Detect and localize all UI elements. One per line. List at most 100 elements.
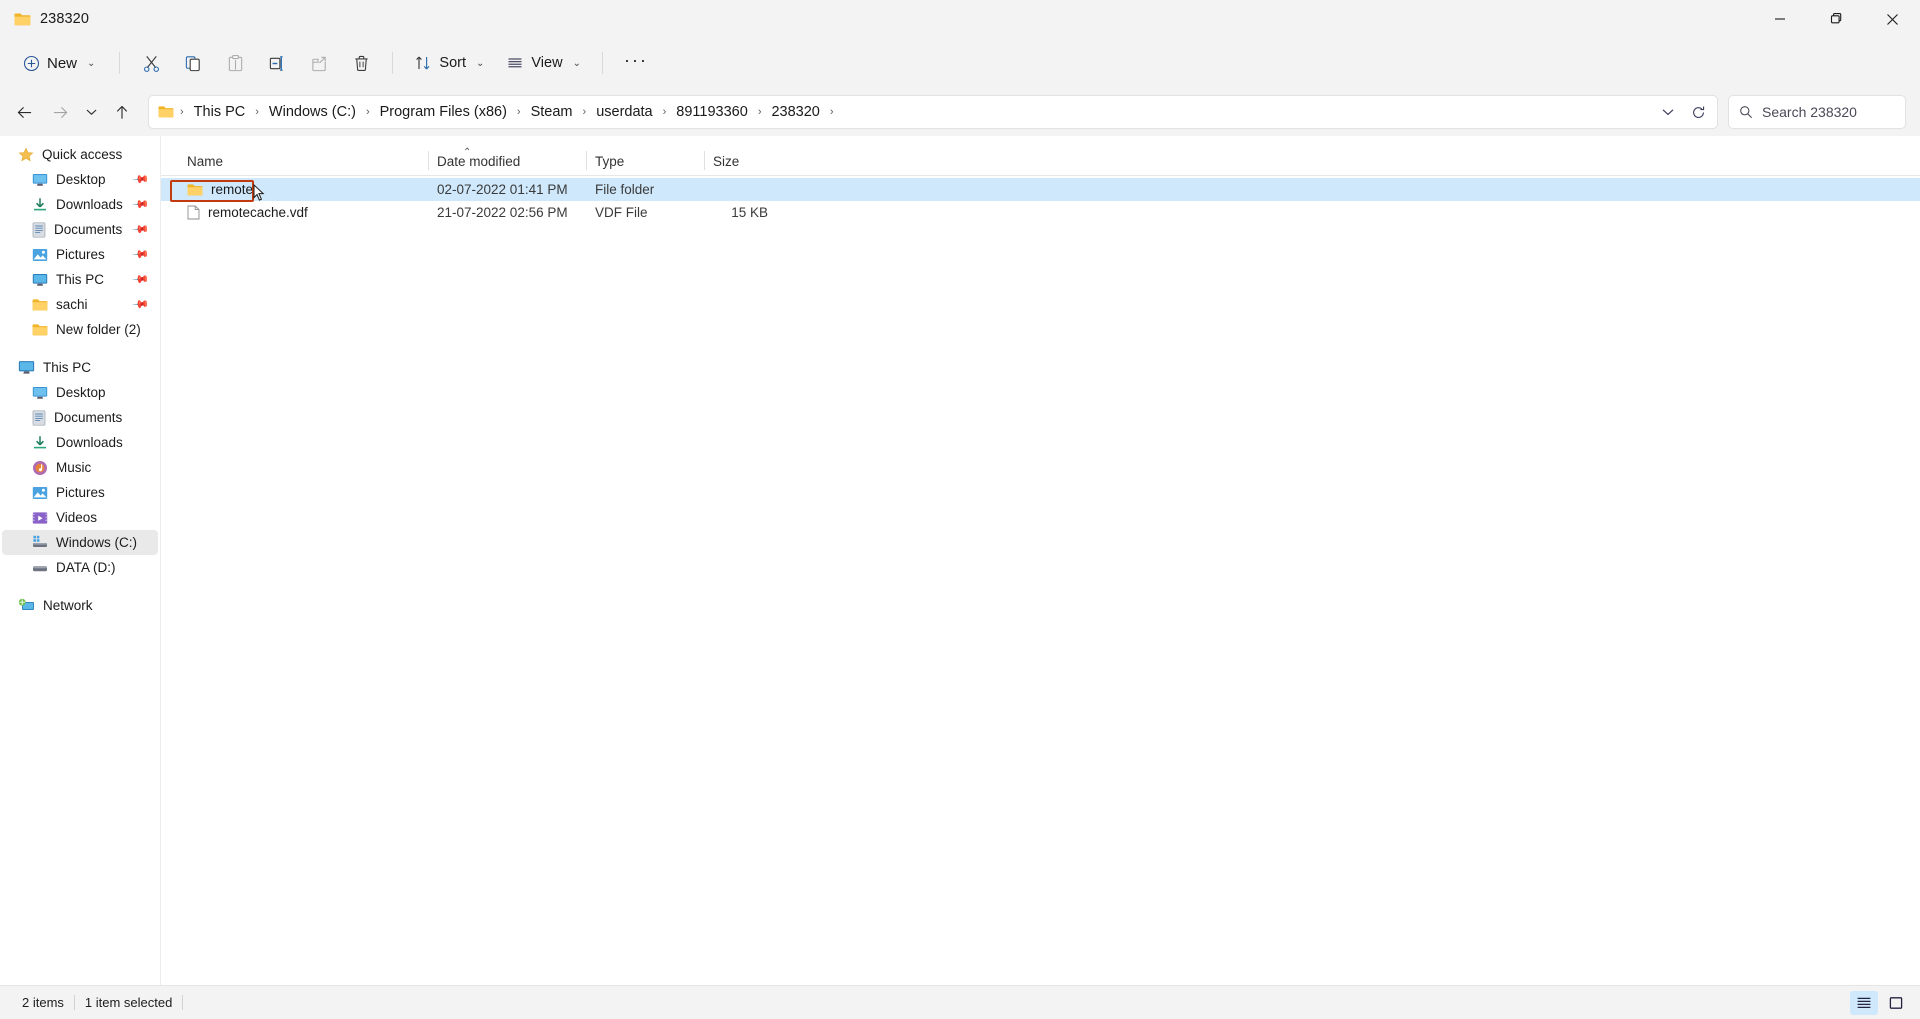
column-header-size[interactable]: Size xyxy=(704,146,780,175)
sidebar-item-pc-pictures[interactable]: Pictures xyxy=(2,480,158,505)
minimize-button[interactable] xyxy=(1752,0,1808,38)
pin-icon[interactable]: 📌 xyxy=(132,170,151,189)
plus-circle-icon xyxy=(23,55,40,72)
folder-icon xyxy=(32,298,48,312)
forward-button[interactable] xyxy=(42,95,78,129)
sidebar-item-pc-desktop[interactable]: Desktop xyxy=(2,380,158,405)
sidebar-item-documents[interactable]: Documents 📌 xyxy=(2,217,158,242)
sidebar-item-pc-videos[interactable]: Videos xyxy=(2,505,158,530)
sidebar-item-this-pc[interactable]: This PC 📌 xyxy=(2,267,158,292)
cut-button[interactable] xyxy=(131,45,171,81)
delete-button[interactable] xyxy=(341,45,381,81)
sidebar-item-new-folder-2[interactable]: New folder (2) xyxy=(2,317,158,342)
close-button[interactable] xyxy=(1864,0,1920,38)
folder-icon xyxy=(32,323,48,337)
rename-button[interactable] xyxy=(257,45,297,81)
sidebar-item-pc-downloads[interactable]: Downloads xyxy=(2,430,158,455)
pin-icon[interactable]: 📌 xyxy=(132,220,151,239)
file-explorer-window: 238320 New ⌄ Sort ⌄ View ⌄ ··· › This PC… xyxy=(0,0,1920,1019)
table-row[interactable]: remotecache.vdf 21-07-2022 02:56 PM VDF … xyxy=(161,201,1920,224)
new-button[interactable]: New ⌄ xyxy=(12,45,108,81)
drive-os-icon xyxy=(32,535,48,550)
breadcrumb-item-program-files[interactable]: Program Files (x86) xyxy=(374,101,513,123)
paste-button[interactable] xyxy=(215,45,255,81)
document-icon xyxy=(32,221,46,238)
address-bar[interactable]: › This PC › Windows (C:) › Program Files… xyxy=(148,95,1718,129)
sidebar-item-label: Windows (C:) xyxy=(56,535,138,550)
breadcrumb-item-891193360[interactable]: 891193360 xyxy=(670,101,754,123)
sidebar-item-pc-documents[interactable]: Documents xyxy=(2,405,158,430)
search-icon xyxy=(1739,105,1753,119)
chevron-down-icon: ⌄ xyxy=(572,57,581,69)
breadcrumb: › This PC › Windows (C:) › Program Files… xyxy=(176,101,1653,123)
sidebar-item-pictures[interactable]: Pictures 📌 xyxy=(2,242,158,267)
folder-icon xyxy=(187,183,203,197)
sidebar-item-windows-c[interactable]: Windows (C:) xyxy=(2,530,158,555)
copy-button[interactable] xyxy=(173,45,213,81)
sidebar-item-label: Desktop xyxy=(56,385,106,400)
pin-icon[interactable]: 📌 xyxy=(132,195,151,214)
rename-icon xyxy=(268,54,287,73)
details-view-button[interactable] xyxy=(1850,990,1878,1015)
sort-button[interactable]: Sort ⌄ xyxy=(404,45,494,81)
column-header-name[interactable]: Name xyxy=(178,146,428,175)
breadcrumb-item-userdata[interactable]: userdata xyxy=(590,101,658,123)
view-button[interactable]: View ⌄ xyxy=(496,45,591,81)
breadcrumb-separator: › xyxy=(662,106,667,118)
sidebar-group-quick-access[interactable]: Quick access xyxy=(2,142,158,167)
drive-icon xyxy=(32,562,48,574)
sidebar-item-desktop[interactable]: Desktop 📌 xyxy=(2,167,158,192)
sidebar-item-data-d[interactable]: DATA (D:) xyxy=(2,555,158,580)
address-bar-actions xyxy=(1653,98,1713,126)
view-toggle-group xyxy=(1850,990,1910,1015)
toolbar-divider-1 xyxy=(119,52,121,74)
view-button-label: View xyxy=(531,55,563,71)
sidebar-item-label: Pictures xyxy=(56,485,105,500)
breadcrumb-separator: › xyxy=(516,106,521,118)
new-button-label: New xyxy=(47,54,78,72)
sidebar-item-pc-music[interactable]: Music xyxy=(2,455,158,480)
pin-icon[interactable]: 📌 xyxy=(132,295,151,314)
file-name: remote xyxy=(211,182,254,197)
more-options-button[interactable]: ··· xyxy=(614,45,658,81)
breadcrumb-item-steam[interactable]: Steam xyxy=(525,101,579,123)
download-icon xyxy=(32,197,48,212)
refresh-button[interactable] xyxy=(1683,98,1713,126)
up-button[interactable] xyxy=(104,95,140,129)
column-header-type[interactable]: Type xyxy=(586,146,704,175)
sort-arrows-icon xyxy=(414,54,432,72)
sidebar-group-network[interactable]: Network xyxy=(2,593,158,618)
pictures-icon xyxy=(32,248,48,262)
table-row[interactable]: remote 02-07-2022 01:41 PM File folder xyxy=(161,178,1920,201)
sidebar-item-label: DATA (D:) xyxy=(56,560,116,575)
sidebar-item-sachi[interactable]: sachi 📌 xyxy=(2,292,158,317)
sidebar-item-label: Music xyxy=(56,460,92,475)
sort-button-label: Sort xyxy=(439,55,466,71)
sidebar-item-label: This PC xyxy=(56,272,105,287)
sidebar-group-this-pc[interactable]: This PC xyxy=(2,355,158,380)
column-header-date-modified[interactable]: Date modified xyxy=(428,146,586,175)
command-bar: New ⌄ Sort ⌄ View ⌄ ··· xyxy=(0,38,1920,88)
selection-count-label: 1 item selected xyxy=(84,995,173,1010)
back-button[interactable] xyxy=(6,95,42,129)
share-button[interactable] xyxy=(299,45,339,81)
pin-icon[interactable]: 📌 xyxy=(132,270,151,289)
pin-icon[interactable]: 📌 xyxy=(132,245,151,264)
sidebar-group-label: Quick access xyxy=(42,147,123,162)
column-headers: Name Date modified Type Size ⌃ xyxy=(161,146,1920,176)
breadcrumb-item-238320[interactable]: 238320 xyxy=(765,101,825,123)
address-dropdown-button[interactable] xyxy=(1653,98,1683,126)
maximize-button[interactable] xyxy=(1808,0,1864,38)
search-input[interactable]: Search 238320 xyxy=(1762,104,1857,120)
sidebar-item-downloads[interactable]: Downloads 📌 xyxy=(2,192,158,217)
sidebar-item-label: Pictures xyxy=(56,247,105,262)
file-size-cell: 15 KB xyxy=(731,205,768,220)
search-box[interactable]: Search 238320 xyxy=(1728,95,1906,129)
file-name-cell: remotecache.vdf xyxy=(178,205,428,220)
large-icons-view-button[interactable] xyxy=(1882,991,1910,1015)
breadcrumb-item-this-pc[interactable]: This PC xyxy=(188,101,252,123)
breadcrumb-item-windows-c[interactable]: Windows (C:) xyxy=(263,101,362,123)
recent-locations-button[interactable] xyxy=(78,95,104,129)
